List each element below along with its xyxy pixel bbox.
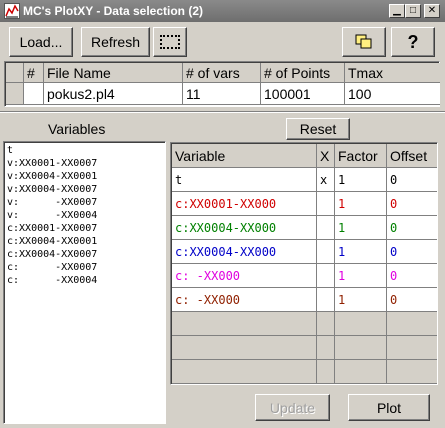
- plot-cell-factor[interactable]: 1: [335, 168, 387, 192]
- files-header-name[interactable]: File Name: [44, 63, 183, 83]
- variable-item[interactable]: v: -XX0004: [7, 209, 97, 222]
- plot-cell-x[interactable]: [317, 216, 335, 240]
- separator: [0, 111, 445, 113]
- load-button[interactable]: Load...: [9, 27, 73, 57]
- plot-cell-offset[interactable]: 0: [387, 264, 437, 288]
- help-button[interactable]: ?: [391, 27, 435, 57]
- plot-header-variable[interactable]: Variable: [172, 144, 317, 168]
- files-corner: [6, 63, 24, 83]
- reset-button[interactable]: Reset: [286, 118, 350, 140]
- plot-cell-variable[interactable]: [172, 336, 317, 360]
- plot-cell-x[interactable]: [317, 360, 335, 384]
- plot-cell-x[interactable]: x: [317, 168, 335, 192]
- files-cell-vars[interactable]: 11: [183, 83, 261, 105]
- plot-table-row[interactable]: [171, 336, 437, 360]
- plot-cell-x[interactable]: [317, 240, 335, 264]
- plot-table-row[interactable]: [171, 312, 437, 336]
- files-table: # File Name # of vars # of Points Tmax p…: [4, 61, 440, 107]
- variable-item[interactable]: v: -XX0007: [7, 196, 97, 209]
- variables-list[interactable]: t v:XX0001-XX0007 v:XX0004-XX0001 v:XX0004-…: [3, 141, 166, 424]
- plot-cell-offset[interactable]: 0: [387, 216, 437, 240]
- plot-cell-factor[interactable]: 1: [335, 240, 387, 264]
- plot-cell-factor[interactable]: [335, 336, 387, 360]
- variable-item[interactable]: c:XX0001-XX0007: [7, 222, 97, 235]
- variable-item[interactable]: c: -XX0004: [7, 274, 97, 287]
- plot-button[interactable]: Plot: [348, 394, 430, 421]
- files-cell-points[interactable]: 100001: [261, 83, 345, 105]
- variable-item[interactable]: v:XX0004-XX0007: [7, 183, 97, 196]
- plot-cell-offset[interactable]: [387, 336, 437, 360]
- plot-header-factor[interactable]: Factor: [335, 144, 387, 168]
- plot-cell-offset[interactable]: 0: [387, 192, 437, 216]
- plot-cell-offset[interactable]: 0: [387, 288, 437, 312]
- plot-cell-offset[interactable]: [387, 360, 437, 384]
- variable-item[interactable]: v:XX0001-XX0007: [7, 157, 97, 170]
- variable-item[interactable]: c:XX0004-XX0001: [7, 235, 97, 248]
- copy-button[interactable]: [342, 27, 386, 57]
- plot-cell-x[interactable]: [317, 312, 335, 336]
- plot-cell-offset[interactable]: [387, 312, 437, 336]
- files-header-vars[interactable]: # of vars: [183, 63, 261, 83]
- variables-label: Variables: [48, 121, 106, 137]
- window-title: MC's PlotXY - Data selection (2): [23, 4, 204, 18]
- plot-table-row[interactable]: tx10: [171, 168, 437, 192]
- plot-cell-variable[interactable]: c: -XX000: [172, 288, 317, 312]
- refresh-button[interactable]: Refresh: [81, 27, 150, 57]
- files-header-points[interactable]: # of Points: [261, 63, 345, 83]
- plot-cell-factor[interactable]: 1: [335, 288, 387, 312]
- plot-table-row[interactable]: c:XX0004-XX000 1 0: [171, 240, 437, 264]
- update-button[interactable]: Update: [255, 394, 330, 421]
- plot-header-offset[interactable]: Offset: [387, 144, 437, 168]
- plot-cell-factor[interactable]: 1: [335, 192, 387, 216]
- plot-cell-variable[interactable]: [172, 312, 317, 336]
- plot-cell-variable[interactable]: c:XX0004-XX000: [172, 216, 317, 240]
- files-header-num[interactable]: #: [24, 63, 44, 83]
- plot-cell-variable[interactable]: [172, 360, 317, 384]
- dotted-rectangle-icon: [160, 35, 180, 49]
- plot-cell-factor[interactable]: 1: [335, 216, 387, 240]
- plot-cell-factor[interactable]: 1: [335, 264, 387, 288]
- minimize-button[interactable]: ▁: [389, 4, 405, 18]
- plot-table-row[interactable]: c: -XX000 1 0: [171, 264, 437, 288]
- copy-icon: [355, 34, 372, 49]
- files-cell-name[interactable]: pokus2.pl4: [44, 83, 183, 105]
- maximize-button[interactable]: □: [405, 4, 421, 18]
- plot-table-row[interactable]: c:XX0004-XX000 1 0: [171, 216, 437, 240]
- plot-cell-factor[interactable]: [335, 360, 387, 384]
- files-header-tmax[interactable]: Tmax: [345, 63, 440, 83]
- variable-item[interactable]: t: [7, 144, 97, 157]
- plot-cell-variable[interactable]: c: -XX000: [172, 264, 317, 288]
- plot-cell-x[interactable]: [317, 336, 335, 360]
- files-cell-tmax[interactable]: 100: [345, 83, 440, 105]
- plot-cell-variable[interactable]: c:XX0004-XX000: [172, 240, 317, 264]
- title-bar[interactable]: MC's PlotXY - Data selection (2) ▁ □ ✕: [0, 0, 445, 22]
- close-button[interactable]: ✕: [424, 4, 440, 18]
- plot-cell-x[interactable]: [317, 264, 335, 288]
- variable-item[interactable]: v:XX0004-XX0001: [7, 170, 97, 183]
- plot-cell-x[interactable]: [317, 192, 335, 216]
- plot-table-row[interactable]: c: -XX000 1 0: [171, 288, 437, 312]
- plot-cell-variable[interactable]: t: [172, 168, 317, 192]
- plot-cell-offset[interactable]: 0: [387, 168, 437, 192]
- files-cell-num: [24, 83, 44, 105]
- plot-header-x[interactable]: X: [317, 144, 335, 168]
- plot-cell-variable[interactable]: c:XX0001-XX000: [172, 192, 317, 216]
- plot-variables-table: Variable X Factor Offset t x 1 0 c:XX0001-XX…: [170, 142, 438, 385]
- plot-cell-factor[interactable]: [335, 312, 387, 336]
- plot-table-row[interactable]: [171, 360, 437, 384]
- app-icon: [4, 3, 20, 19]
- variable-item[interactable]: c: -XX0007: [7, 261, 97, 274]
- plot-table-row[interactable]: c:XX0001-XX000 1 0: [171, 192, 437, 216]
- select-region-button[interactable]: [153, 27, 187, 57]
- variable-item[interactable]: c:XX0004-XX0007: [7, 248, 97, 261]
- files-row-selector[interactable]: [6, 83, 24, 105]
- plot-cell-offset[interactable]: 0: [387, 240, 437, 264]
- plot-cell-x[interactable]: [317, 288, 335, 312]
